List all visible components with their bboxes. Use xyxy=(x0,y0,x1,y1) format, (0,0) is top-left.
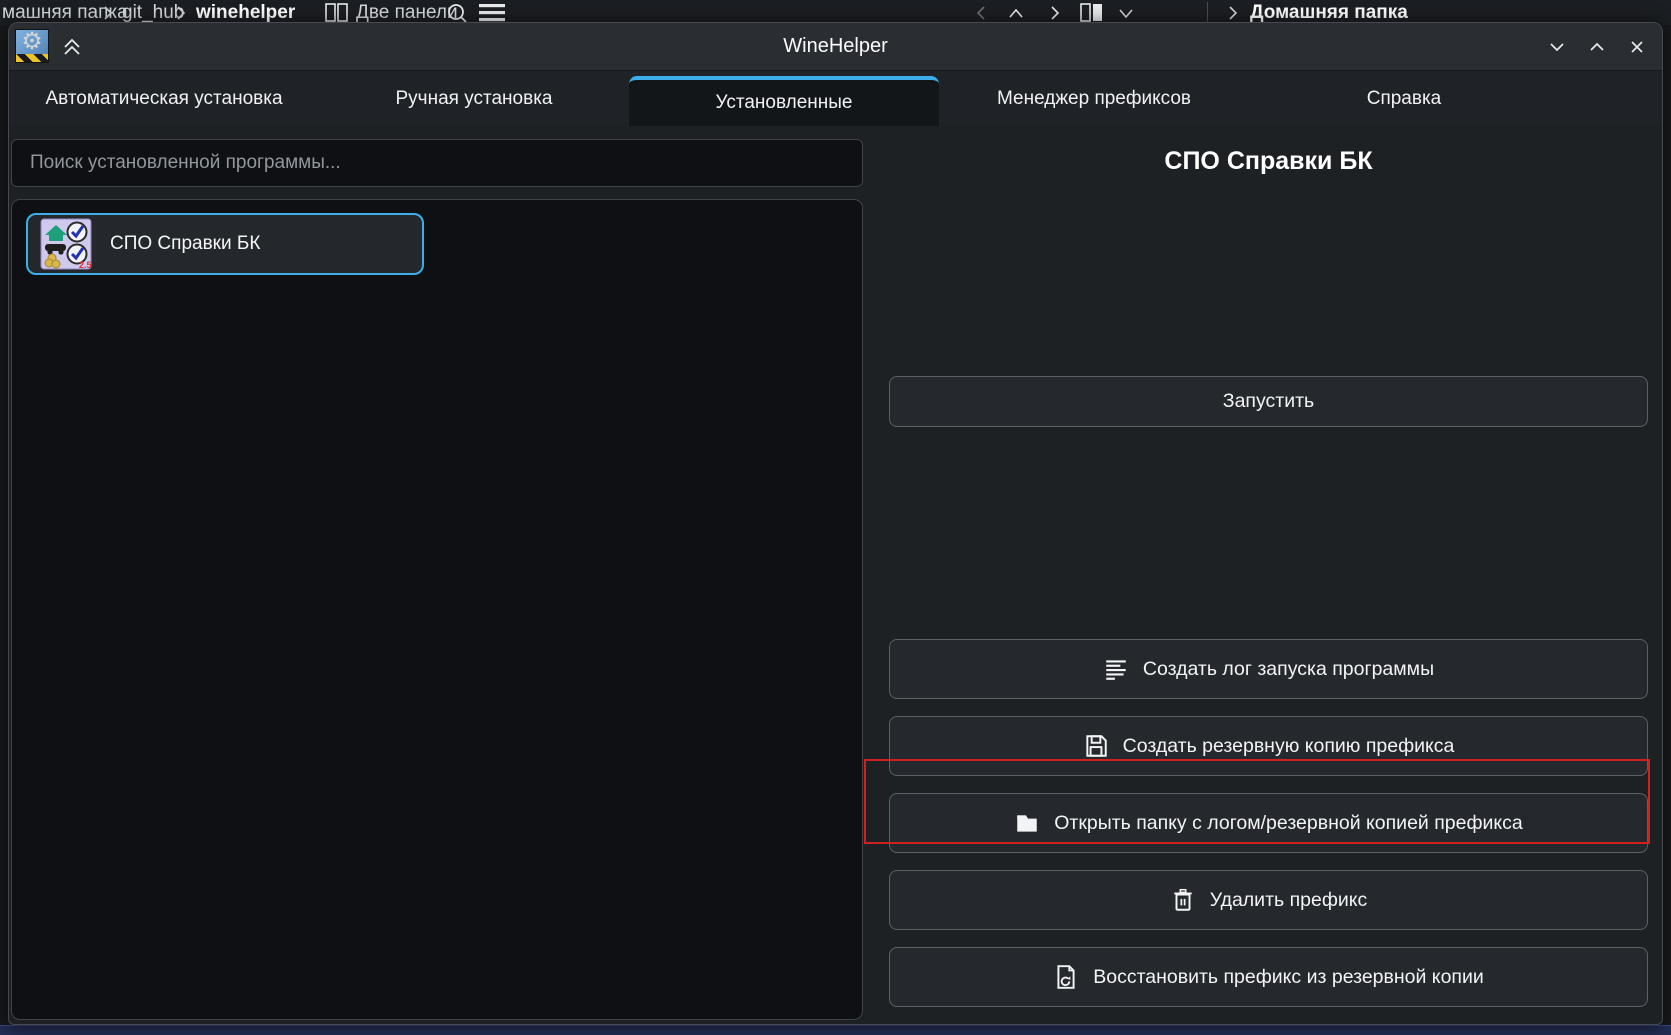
window-title: WineHelper xyxy=(9,23,1662,70)
split-view-label[interactable]: Две панели xyxy=(356,2,458,24)
installed-programs-list: 2.5 СПО Справки БК xyxy=(11,199,863,1020)
tab-auto-install[interactable]: Автоматическая установка xyxy=(9,71,319,126)
tab-bar: Автоматическая установка Ручная установк… xyxy=(9,71,1662,126)
restore-prefix-label: Восстановить префикс из резервной копии xyxy=(1093,966,1484,989)
launch-button-label: Запустить xyxy=(1223,390,1314,413)
tab-installed[interactable]: Установленные xyxy=(629,76,939,126)
selected-program-title: СПО Справки БК xyxy=(889,147,1648,179)
create-backup-label: Создать резервную копию префикса xyxy=(1123,735,1455,758)
open-folder-label: Открыть папку с логом/резервной копией п… xyxy=(1054,812,1523,835)
minimize-button[interactable] xyxy=(1548,38,1566,56)
titlebar[interactable]: ⚙ WineHelper xyxy=(9,23,1662,71)
tab-prefix-manager[interactable]: Менеджер префиксов xyxy=(939,71,1249,126)
delete-prefix-button[interactable]: Удалить префикс xyxy=(889,870,1648,930)
search-input[interactable] xyxy=(11,139,863,187)
close-button[interactable] xyxy=(1628,38,1646,56)
floppy-disk-icon xyxy=(1083,733,1109,759)
winehelper-window: ⚙ WineHelper Автоматическая установка Ру… xyxy=(8,22,1663,1025)
open-folder-button[interactable]: Открыть папку с логом/резервной копией п… xyxy=(889,793,1648,853)
folder-icon xyxy=(1014,810,1040,836)
delete-prefix-label: Удалить префикс xyxy=(1210,889,1368,912)
list-item-selected[interactable]: 2.5 СПО Справки БК xyxy=(26,213,424,275)
restore-prefix-button[interactable]: Восстановить префикс из резервной копии xyxy=(889,947,1648,1007)
file-restore-icon xyxy=(1053,964,1079,990)
tab-manual-install[interactable]: Ручная установка xyxy=(319,71,629,126)
toolbar-separator xyxy=(1207,2,1208,22)
log-lines-icon xyxy=(1103,656,1129,682)
create-log-label: Создать лог запуска программы xyxy=(1143,658,1434,681)
create-backup-button[interactable]: Создать резервную копию префикса xyxy=(889,716,1648,776)
breadcrumb-right-pane[interactable]: Домашняя папка xyxy=(1250,2,1408,24)
maximize-button[interactable] xyxy=(1588,38,1606,56)
svg-text:2.5: 2.5 xyxy=(79,260,92,270)
program-icon: 2.5 xyxy=(40,218,92,270)
list-item-label: СПО Справки БК xyxy=(110,233,260,255)
breadcrumb-folder[interactable]: git_hub xyxy=(122,2,184,24)
breadcrumb-current-folder[interactable]: winehelper xyxy=(196,2,295,24)
tab-help[interactable]: Справка xyxy=(1249,71,1559,126)
launch-button[interactable]: Запустить xyxy=(889,376,1648,427)
create-log-button[interactable]: Создать лог запуска программы xyxy=(889,639,1648,699)
search-icon[interactable] xyxy=(446,2,468,24)
trash-icon xyxy=(1170,887,1196,913)
